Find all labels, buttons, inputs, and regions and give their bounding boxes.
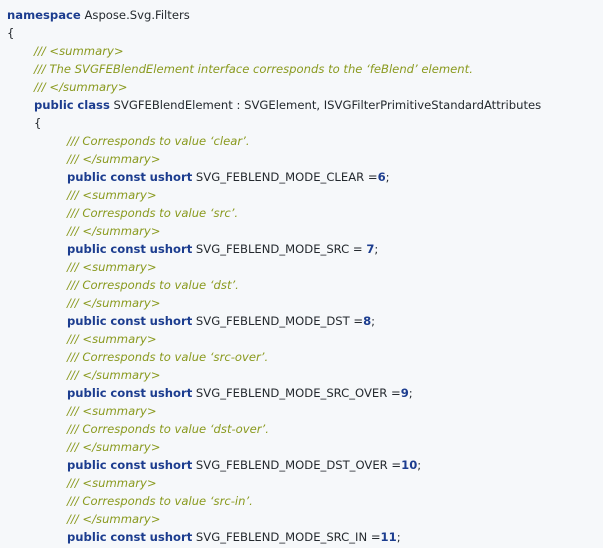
code-line: /// Corresponds to value ‘src’. bbox=[0, 204, 603, 222]
code-keyword: class bbox=[77, 98, 110, 112]
code-keyword: public bbox=[67, 386, 107, 400]
code-keyword: ushort bbox=[149, 170, 193, 184]
code-comment: /// </summary> bbox=[67, 368, 161, 382]
code-keyword: const bbox=[110, 458, 146, 472]
code-comment: /// Corresponds to value ‘src-in’. bbox=[67, 494, 253, 508]
code-line: /// </summary> bbox=[0, 150, 603, 168]
code-text: Aspose.Svg.Filters bbox=[80, 8, 190, 22]
code-comment: /// </summary> bbox=[67, 296, 161, 310]
code-line: /// </summary> bbox=[0, 222, 603, 240]
code-text: { bbox=[7, 26, 15, 40]
code-keyword: ushort bbox=[149, 386, 193, 400]
code-line: /// <summary> bbox=[0, 474, 603, 492]
code-line: public class SVGFEBlendElement : SVGElem… bbox=[0, 96, 603, 114]
code-keyword: public bbox=[67, 242, 107, 256]
code-line: /// </summary> bbox=[0, 78, 603, 96]
code-comment: /// The SVGFEBlendElement interface corr… bbox=[34, 62, 473, 76]
code-comment: /// </summary> bbox=[67, 152, 161, 166]
code-line: /// </summary> bbox=[0, 510, 603, 528]
code-text: ; bbox=[396, 530, 401, 544]
code-line: /// </summary> bbox=[0, 294, 603, 312]
code-comment: /// Corresponds to value ‘src’. bbox=[67, 206, 239, 220]
code-line: { bbox=[0, 114, 603, 132]
code-block: namespace Aspose.Svg.Filters { /// <summar… bbox=[0, 0, 603, 548]
code-number: 9 bbox=[400, 386, 409, 400]
code-comment: /// Corresponds to value ‘dst-over’. bbox=[67, 422, 269, 436]
code-keyword: const bbox=[110, 530, 146, 544]
code-keyword: const bbox=[110, 386, 146, 400]
code-text: ; bbox=[417, 458, 422, 472]
code-keyword: const bbox=[110, 242, 146, 256]
code-keyword: ushort bbox=[149, 242, 193, 256]
code-keyword: public bbox=[67, 458, 107, 472]
code-text: ; bbox=[371, 314, 376, 328]
code-comment: /// </summary> bbox=[67, 224, 161, 238]
code-line: /// </summary> bbox=[0, 438, 603, 456]
code-line: /// Corresponds to value ‘dst-over’. bbox=[0, 420, 603, 438]
code-comment: /// Corresponds to value ‘src-over’. bbox=[67, 350, 269, 364]
code-comment: /// <summary> bbox=[67, 332, 157, 346]
code-keyword: public bbox=[67, 530, 107, 544]
code-line: /// <summary> bbox=[0, 42, 603, 60]
code-line: /// </summary> bbox=[0, 366, 603, 384]
code-text: SVG_FEBLEND_MODE_SRC_IN = bbox=[192, 530, 381, 544]
code-text: SVG_FEBLEND_MODE_DST = bbox=[192, 314, 364, 328]
code-text: ; bbox=[385, 170, 390, 184]
code-keyword: const bbox=[110, 170, 146, 184]
code-number: 6 bbox=[377, 170, 386, 184]
code-line: /// Corresponds to value ‘src-over’. bbox=[0, 348, 603, 366]
code-text: SVG_FEBLEND_MODE_SRC = bbox=[192, 242, 367, 256]
code-keyword: namespace bbox=[7, 8, 81, 22]
code-comment: /// </summary> bbox=[67, 440, 161, 454]
code-comment: /// <summary> bbox=[67, 260, 157, 274]
code-line: /// <summary> bbox=[0, 258, 603, 276]
code-line: /// <summary> bbox=[0, 330, 603, 348]
code-keyword: const bbox=[110, 314, 146, 328]
code-text: SVG_FEBLEND_MODE_SRC_OVER = bbox=[192, 386, 401, 400]
code-number: 11 bbox=[380, 530, 397, 544]
code-keyword: public bbox=[67, 314, 107, 328]
code-keyword: ushort bbox=[149, 458, 193, 472]
code-line: public const ushort SVG_FEBLEND_MODE_DST… bbox=[0, 312, 603, 330]
code-line: public const ushort SVG_FEBLEND_MODE_SRC… bbox=[0, 240, 603, 258]
code-text: ; bbox=[374, 242, 379, 256]
code-comment: /// <summary> bbox=[67, 404, 157, 418]
code-comment: /// Corresponds to value ‘clear’. bbox=[67, 134, 250, 148]
code-line: public const ushort SVG_FEBLEND_MODE_SRC… bbox=[0, 528, 603, 546]
code-line: public const ushort SVG_FEBLEND_MODE_SRC… bbox=[0, 384, 603, 402]
code-line: /// Corresponds to value ‘clear’. bbox=[0, 132, 603, 150]
code-line: { bbox=[0, 24, 603, 42]
code-line: /// <summary> bbox=[0, 402, 603, 420]
code-comment: /// Corresponds to value ‘dst’. bbox=[67, 278, 239, 292]
code-line: /// Corresponds to value ‘src-in’. bbox=[0, 492, 603, 510]
code-text: SVG_FEBLEND_MODE_DST_OVER = bbox=[192, 458, 402, 472]
code-line: namespace Aspose.Svg.Filters bbox=[0, 6, 603, 24]
code-number: 10 bbox=[401, 458, 418, 472]
code-text: ; bbox=[408, 386, 413, 400]
code-line: public const ushort SVG_FEBLEND_MODE_DST… bbox=[0, 456, 603, 474]
code-comment: /// </summary> bbox=[34, 80, 128, 94]
code-comment: /// <summary> bbox=[67, 476, 157, 490]
code-keyword: public bbox=[34, 98, 74, 112]
code-keyword: public bbox=[67, 170, 107, 184]
code-keyword: ushort bbox=[149, 314, 193, 328]
code-comment: /// <summary> bbox=[67, 188, 157, 202]
code-line: public const ushort SVG_FEBLEND_MODE_CLE… bbox=[0, 168, 603, 186]
code-keyword: ushort bbox=[149, 530, 193, 544]
code-line: /// <summary> bbox=[0, 186, 603, 204]
code-text: { bbox=[34, 116, 42, 130]
code-text: SVGFEBlendElement : SVGElement, ISVGFilt… bbox=[109, 98, 542, 112]
code-line: /// The SVGFEBlendElement interface corr… bbox=[0, 60, 603, 78]
code-number: 8 bbox=[363, 314, 372, 328]
code-text: SVG_FEBLEND_MODE_CLEAR = bbox=[192, 170, 378, 184]
code-comment: /// <summary> bbox=[34, 44, 124, 58]
code-line: /// Corresponds to value ‘dst’. bbox=[0, 276, 603, 294]
code-comment: /// </summary> bbox=[67, 512, 161, 526]
